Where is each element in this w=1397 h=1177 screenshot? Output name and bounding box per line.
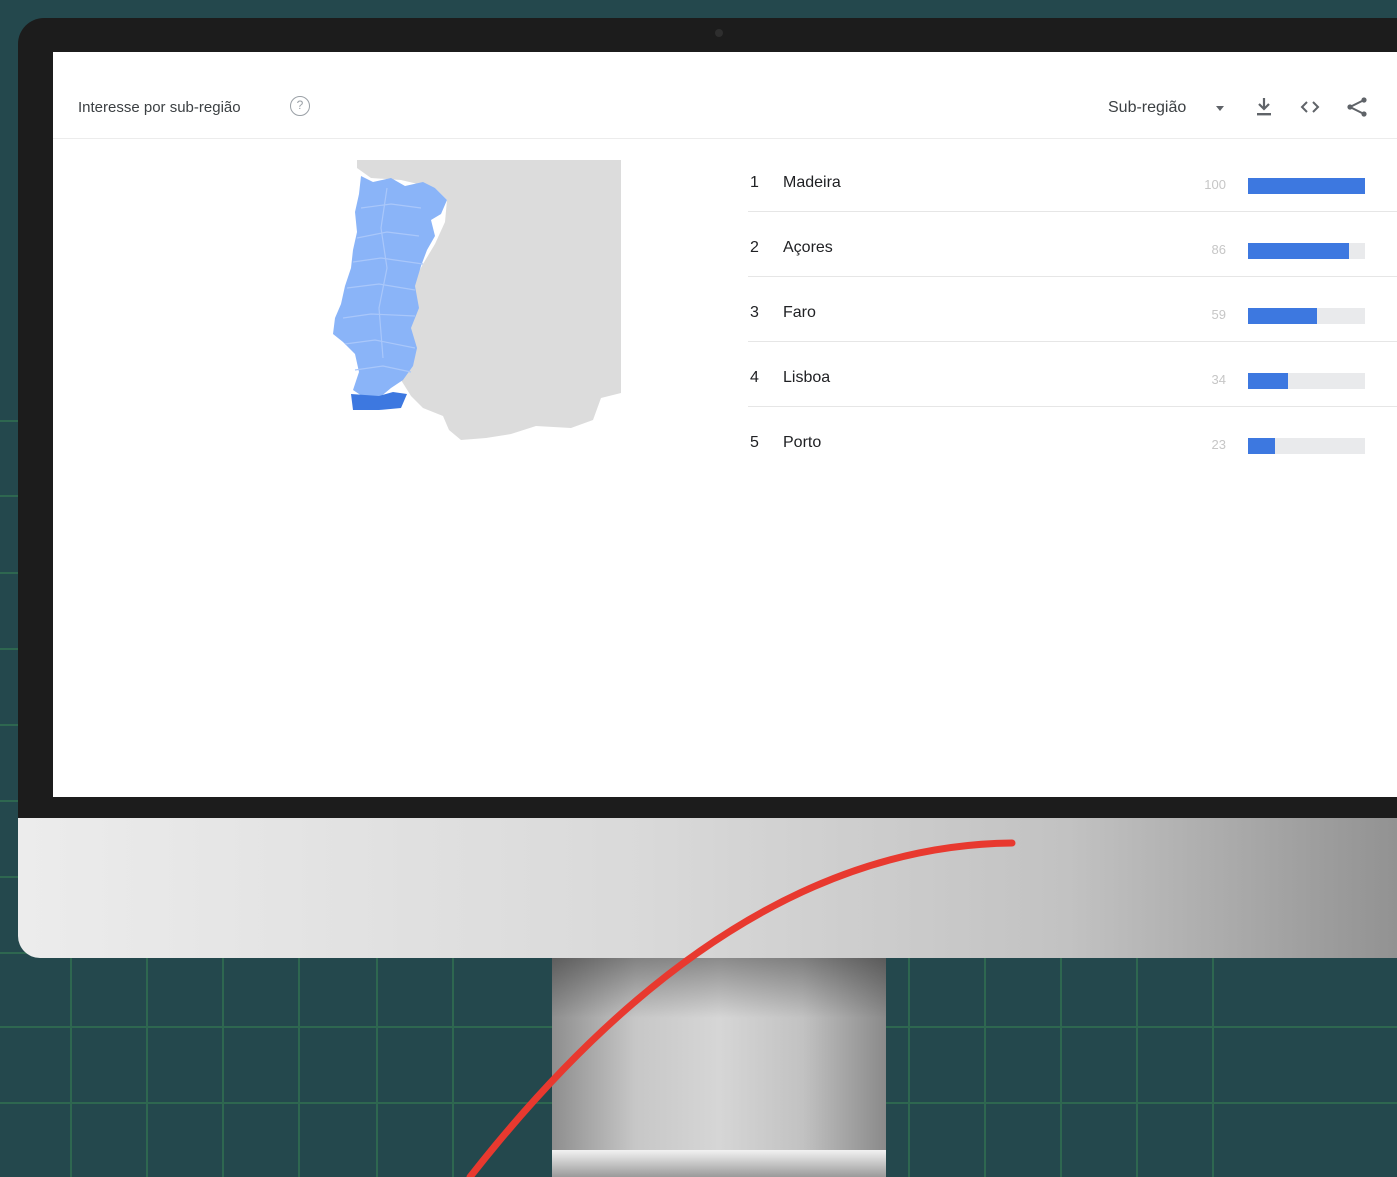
chevron-down-icon[interactable] [1216,106,1224,111]
list-item[interactable]: 5 Porto 23 [748,418,1397,483]
card-header: Interesse por sub-região ? Sub-região [53,52,1397,139]
interest-bar [1248,243,1349,259]
row-divider [748,276,1397,277]
interest-value: 59 [1211,307,1226,322]
interest-bar-track [1248,178,1365,194]
interest-bar-track [1248,373,1365,389]
card-title: Interesse por sub-região [78,99,241,116]
download-icon[interactable] [1251,94,1277,120]
monitor-chin [18,818,1397,958]
list-item[interactable]: 1 Madeira 100 [748,158,1397,223]
interest-value: 86 [1211,242,1226,257]
region-name[interactable]: Açores [783,239,833,257]
list-item[interactable]: 3 Faro 59 [748,288,1397,353]
region-name[interactable]: Faro [783,304,816,322]
monitor-stand-base [552,1150,886,1177]
rank-number: 2 [750,239,759,256]
row-divider [748,211,1397,212]
camera-dot [715,29,723,37]
row-divider [748,406,1397,407]
interest-bar-track [1248,308,1365,324]
list-item[interactable]: 4 Lisboa 34 [748,353,1397,418]
rank-number: 5 [750,434,759,451]
region-name[interactable]: Porto [783,434,821,452]
interest-bar-track [1248,243,1365,259]
rank-number: 4 [750,369,759,386]
region-name[interactable]: Lisboa [783,369,830,387]
subregion-selector[interactable]: Sub-região [1108,99,1186,117]
monitor-stand-shadow [552,958,886,1018]
interest-bar-track [1248,438,1365,454]
region-name[interactable]: Madeira [783,174,841,192]
subregion-map [333,160,621,440]
interest-bar [1248,178,1365,194]
interest-bar [1248,373,1288,389]
interest-bar [1248,308,1318,324]
rank-number: 3 [750,304,759,321]
row-divider [748,341,1397,342]
interest-bar [1248,438,1275,454]
interest-value: 100 [1204,177,1226,192]
share-icon[interactable] [1344,94,1370,120]
embed-code-icon[interactable] [1297,94,1323,120]
interest-value: 34 [1211,372,1226,387]
help-icon[interactable]: ? [290,96,310,116]
list-item[interactable]: 2 Açores 86 [748,223,1397,288]
interest-value: 23 [1211,437,1226,452]
rank-number: 1 [750,174,759,191]
screen: Interesse por sub-região ? Sub-região 1 … [53,52,1397,797]
